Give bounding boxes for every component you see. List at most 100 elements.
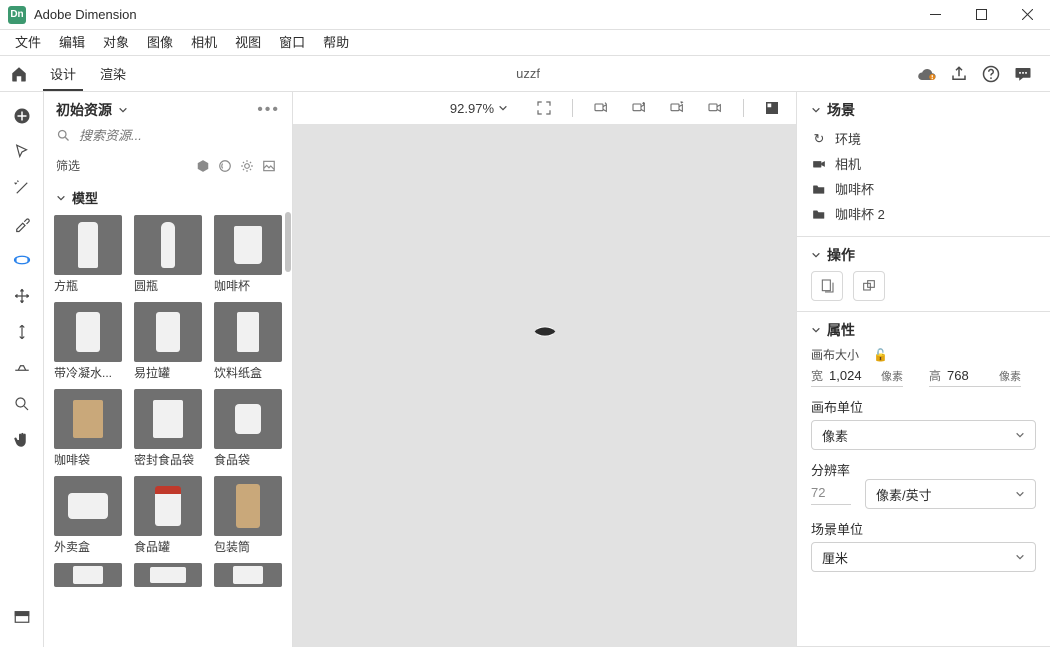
menu-camera[interactable]: 相机	[182, 30, 226, 56]
refresh-icon: ↻	[811, 131, 827, 147]
assets-search[interactable]	[44, 124, 292, 151]
width-field[interactable]: 宽 1,024 像素	[811, 367, 903, 387]
asset-tile[interactable]: 包装筒	[214, 476, 282, 555]
assets-grid: 方瓶 圆瓶 咖啡杯 带冷凝水... 易拉罐 饮料纸盒 咖啡袋 密封食品袋 食品袋…	[44, 215, 292, 647]
menu-view[interactable]: 视图	[226, 30, 270, 56]
resolution-field[interactable]: 72	[811, 483, 851, 505]
menu-help[interactable]: 帮助	[314, 30, 358, 56]
add-tool[interactable]	[4, 98, 40, 134]
asset-tile[interactable]	[134, 563, 202, 587]
render-preview-icon[interactable]	[762, 99, 782, 117]
assets-section-models[interactable]: 模型	[44, 184, 292, 215]
search-icon	[56, 128, 71, 143]
move-tool[interactable]	[4, 278, 40, 314]
scene-item-folder[interactable]: 咖啡杯 2	[811, 201, 1036, 226]
share-icon[interactable]	[950, 65, 968, 83]
scene-unit-dropdown[interactable]: 厘米	[811, 542, 1036, 572]
asset-tile[interactable]: 饮料纸盒	[214, 302, 282, 381]
filter-model-icon[interactable]	[192, 158, 214, 174]
camera-undo-icon[interactable]	[667, 99, 687, 117]
menu-object[interactable]: 对象	[94, 30, 138, 56]
assets-panel: 初始资源 ••• 筛选 模型 方瓶 圆瓶 咖啡杯	[44, 92, 293, 647]
asset-tile[interactable]	[54, 563, 122, 587]
eyedropper-tool[interactable]	[4, 206, 40, 242]
chevron-down-icon	[811, 325, 821, 335]
scene-item-camera[interactable]: 相机	[811, 151, 1036, 176]
filter-image-icon[interactable]	[258, 158, 280, 174]
folder-icon	[811, 183, 827, 195]
scene-item-environment[interactable]: ↻环境	[811, 126, 1036, 151]
search-input[interactable]	[79, 128, 280, 143]
assets-title[interactable]: 初始资源	[56, 100, 257, 120]
operations-panel: 操作	[797, 237, 1050, 312]
camera-home-icon[interactable]	[705, 99, 725, 117]
zoom-tool[interactable]	[4, 386, 40, 422]
canvas-unit-dropdown[interactable]: 像素	[811, 420, 1036, 450]
close-button[interactable]	[1004, 0, 1050, 30]
tab-render[interactable]: 渲染	[88, 56, 138, 91]
asset-tile[interactable]: 咖啡袋	[54, 389, 122, 468]
operations-panel-title[interactable]: 操作	[811, 245, 1036, 265]
tile-caption: 咖啡杯	[214, 277, 282, 294]
asset-tile[interactable]: 圆瓶	[134, 215, 202, 294]
layout-toggle[interactable]	[4, 599, 40, 635]
cloud-status-icon[interactable]	[918, 65, 936, 83]
menu-window[interactable]: 窗口	[270, 30, 314, 56]
select-tool[interactable]	[4, 134, 40, 170]
resolution-label: 分辨率	[811, 460, 1036, 479]
chevron-down-icon	[1015, 430, 1025, 440]
menu-edit[interactable]: 编辑	[50, 30, 94, 56]
frame-all-icon[interactable]	[534, 99, 554, 117]
dolly-tool[interactable]	[4, 314, 40, 350]
asset-tile[interactable]: 带冷凝水...	[54, 302, 122, 381]
camera-bookmark-icon[interactable]	[591, 99, 611, 117]
tool-strip	[0, 92, 44, 647]
asset-tile[interactable]: 咖啡杯	[214, 215, 282, 294]
asset-tile[interactable]: 食品罐	[134, 476, 202, 555]
zoom-indicator[interactable]: 92.97%	[450, 101, 508, 116]
asset-tile[interactable]	[214, 563, 282, 587]
properties-panel-title[interactable]: 属性	[811, 320, 1036, 340]
magic-wand-tool[interactable]	[4, 170, 40, 206]
menu-file[interactable]: 文件	[6, 30, 50, 56]
asset-tile[interactable]: 食品袋	[214, 389, 282, 468]
zoom-value: 92.97%	[450, 101, 494, 116]
menu-image[interactable]: 图像	[138, 30, 182, 56]
home-button[interactable]	[0, 65, 38, 83]
canvas-toolbar: 92.97%	[293, 92, 796, 124]
orbit-cursor-icon	[534, 324, 556, 343]
lock-icon[interactable]: 🔓	[873, 348, 888, 362]
document-title: uzzf	[138, 66, 918, 81]
folder-icon	[811, 208, 827, 220]
op-copy-button[interactable]	[811, 271, 843, 301]
scene-item-folder[interactable]: 咖啡杯	[811, 176, 1036, 201]
scene-panel: 场景 ↻环境 相机 咖啡杯 咖啡杯 2	[797, 92, 1050, 237]
horizon-tool[interactable]	[4, 350, 40, 386]
asset-tile[interactable]: 易拉罐	[134, 302, 202, 381]
help-icon[interactable]	[982, 65, 1000, 83]
camera-add-icon[interactable]	[629, 99, 649, 117]
assets-scrollbar[interactable]	[284, 212, 292, 647]
asset-tile[interactable]: 方瓶	[54, 215, 122, 294]
op-duplicate-button[interactable]	[853, 271, 885, 301]
filter-light-icon[interactable]	[236, 158, 258, 174]
hand-tool[interactable]	[4, 422, 40, 458]
properties-panel: 属性 画布大小 🔓 宽 1,024 像素 高 768 像素 画布单位	[797, 312, 1050, 647]
filter-material-icon[interactable]	[214, 158, 236, 174]
asset-tile[interactable]: 密封食品袋	[134, 389, 202, 468]
feedback-icon[interactable]	[1014, 65, 1032, 83]
asset-tile[interactable]: 外卖盒	[54, 476, 122, 555]
maximize-button[interactable]	[958, 0, 1004, 30]
scene-panel-title[interactable]: 场景	[811, 100, 1036, 120]
tab-design[interactable]: 设计	[38, 56, 88, 91]
resolution-unit-dropdown[interactable]: 像素/英寸	[865, 479, 1036, 509]
chevron-down-icon	[498, 103, 508, 113]
minimize-button[interactable]	[912, 0, 958, 30]
assets-more-icon[interactable]: •••	[257, 101, 280, 119]
canvas-area: 92.97%	[293, 92, 796, 647]
viewport[interactable]	[293, 124, 796, 647]
orbit-tool[interactable]	[4, 242, 40, 278]
right-panels: 场景 ↻环境 相机 咖啡杯 咖啡杯 2 操作 属性	[796, 92, 1050, 647]
height-field[interactable]: 高 768 像素	[929, 367, 1021, 387]
scrollbar-thumb[interactable]	[285, 212, 291, 272]
